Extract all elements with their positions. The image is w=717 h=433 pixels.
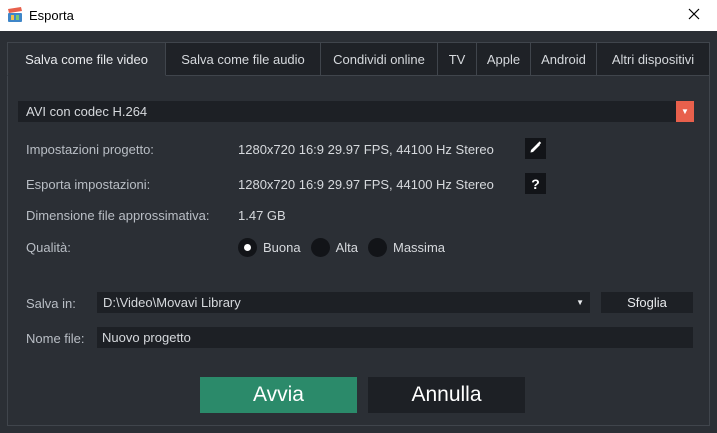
tab-other-devices[interactable]: Altri dispositivi — [597, 42, 710, 76]
file-size-value: 1.47 GB — [238, 208, 286, 223]
title-bar: Esporta — [0, 0, 717, 31]
close-button[interactable] — [671, 0, 717, 31]
export-settings-help-button[interactable]: ? — [525, 173, 546, 194]
quality-option-label: Massima — [393, 239, 446, 255]
window-title: Esporta — [29, 8, 74, 23]
project-settings-value: 1280x720 16:9 29.97 FPS, 44100 Hz Stereo — [238, 142, 494, 157]
file-name-label: Nome file: — [26, 331, 85, 346]
quality-option-label: Alta — [335, 239, 358, 255]
export-tabs: Salva come file video Salva come file au… — [7, 42, 710, 76]
format-selected-value: AVI con codec H.264 — [26, 104, 148, 119]
tab-tv[interactable]: TV — [438, 42, 477, 76]
tab-apple[interactable]: Apple — [477, 42, 531, 76]
quality-label: Qualità: — [26, 240, 71, 255]
dropdown-arrow-icon[interactable]: ▼ — [576, 292, 584, 313]
format-dropdown[interactable]: AVI con codec H.264 ▼ — [18, 101, 694, 122]
quality-option-max[interactable]: Massima — [368, 237, 446, 257]
pencil-icon — [529, 140, 542, 157]
save-path-value: D:\Video\Movavi Library — [103, 295, 241, 310]
file-name-input[interactable] — [97, 327, 693, 348]
edit-project-settings-button[interactable] — [525, 138, 546, 159]
browse-button[interactable]: Sfoglia — [601, 292, 693, 313]
save-path-dropdown[interactable]: D:\Video\Movavi Library ▼ — [97, 292, 590, 313]
file-size-label: Dimensione file approssimativa: — [26, 208, 210, 223]
export-settings-value: 1280x720 16:9 29.97 FPS, 44100 Hz Stereo — [238, 177, 494, 192]
tab-android[interactable]: Android — [531, 42, 597, 76]
quality-option-good[interactable]: Buona — [238, 237, 301, 257]
close-icon — [688, 8, 700, 23]
cancel-button[interactable]: Annulla — [368, 377, 525, 413]
quality-radio-group: Buona Alta Massima — [238, 237, 455, 257]
tab-share-online[interactable]: Condividi online — [321, 42, 438, 76]
radio-unchecked-icon[interactable] — [310, 237, 330, 257]
radio-checked-icon[interactable] — [238, 237, 257, 257]
radio-unchecked-icon[interactable] — [368, 237, 387, 257]
export-dialog: Salva come file video Salva come file au… — [0, 31, 717, 433]
save-in-label: Salva in: — [26, 296, 76, 311]
dropdown-arrow-icon[interactable]: ▼ — [676, 101, 694, 122]
start-button[interactable]: Avvia — [200, 377, 357, 413]
tab-video-file[interactable]: Salva come file video — [7, 42, 166, 76]
movavi-clapper-icon — [7, 7, 23, 23]
project-settings-label: Impostazioni progetto: — [26, 142, 154, 157]
export-settings-label: Esporta impostazioni: — [26, 177, 151, 192]
quality-option-label: Buona — [263, 239, 301, 255]
tab-audio-file[interactable]: Salva come file audio — [166, 42, 321, 76]
quality-option-high[interactable]: Alta — [310, 237, 358, 257]
help-icon: ? — [531, 175, 540, 192]
